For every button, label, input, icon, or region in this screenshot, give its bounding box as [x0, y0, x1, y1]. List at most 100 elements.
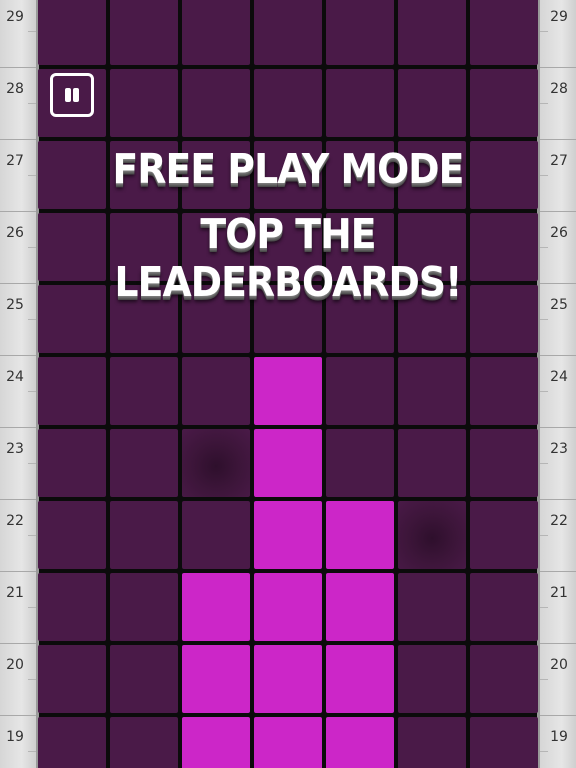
ruler-mark: 21: [540, 571, 576, 643]
ruler-tick: [0, 715, 36, 716]
empty-tile[interactable]: [110, 69, 178, 137]
ruler-minor-tick: [540, 31, 548, 32]
lit-tile[interactable]: [182, 645, 250, 713]
ruler-mark: 21: [0, 571, 36, 643]
empty-tile[interactable]: [326, 357, 394, 425]
empty-tile[interactable]: [470, 69, 538, 137]
pressed-tile[interactable]: [398, 501, 466, 569]
ruler-mark: 22: [0, 499, 36, 571]
empty-tile[interactable]: [38, 501, 106, 569]
ruler-row-number: 22: [6, 513, 24, 529]
empty-tile[interactable]: [182, 357, 250, 425]
lit-tile[interactable]: [254, 501, 322, 569]
empty-tile[interactable]: [326, 69, 394, 137]
empty-tile[interactable]: [110, 573, 178, 641]
empty-tile[interactable]: [470, 0, 538, 65]
empty-tile[interactable]: [110, 357, 178, 425]
empty-tile[interactable]: [38, 645, 106, 713]
ruler-row-number: 22: [550, 513, 568, 529]
ruler-row-number: 24: [6, 369, 24, 385]
pressed-tile[interactable]: [182, 429, 250, 497]
ruler-tick: [0, 427, 36, 428]
lit-tile[interactable]: [326, 573, 394, 641]
ruler-minor-tick: [540, 175, 548, 176]
lit-tile[interactable]: [182, 717, 250, 768]
empty-tile[interactable]: [110, 501, 178, 569]
empty-tile[interactable]: [110, 717, 178, 768]
empty-tile[interactable]: [38, 0, 106, 65]
ruler-tick: [0, 355, 36, 356]
lit-tile[interactable]: [326, 645, 394, 713]
empty-tile[interactable]: [470, 573, 538, 641]
lit-tile[interactable]: [326, 501, 394, 569]
ruler-minor-tick: [28, 535, 36, 536]
empty-tile[interactable]: [470, 717, 538, 768]
pause-icon: [65, 88, 71, 102]
empty-tile[interactable]: [398, 69, 466, 137]
empty-tile[interactable]: [38, 717, 106, 768]
empty-tile[interactable]: [398, 0, 466, 65]
ruler-minor-tick: [28, 391, 36, 392]
ruler-tick: [540, 571, 576, 572]
ruler-minor-tick: [540, 103, 548, 104]
empty-tile[interactable]: [470, 357, 538, 425]
ruler-minor-tick: [540, 463, 548, 464]
empty-tile[interactable]: [110, 429, 178, 497]
ruler-mark: 28: [540, 67, 576, 139]
ruler-mark: 23: [540, 427, 576, 499]
empty-tile[interactable]: [38, 573, 106, 641]
pause-button[interactable]: [50, 73, 94, 117]
empty-tile[interactable]: [254, 0, 322, 65]
ruler-mark: 24: [0, 355, 36, 427]
ruler-mark: 29: [540, 0, 576, 67]
lit-tile[interactable]: [254, 429, 322, 497]
ruler-mark: 22: [540, 499, 576, 571]
ruler-tick: [540, 427, 576, 428]
empty-tile[interactable]: [398, 357, 466, 425]
ruler-row-number: 26: [550, 225, 568, 241]
lit-tile[interactable]: [254, 717, 322, 768]
empty-tile[interactable]: [326, 429, 394, 497]
empty-tile[interactable]: [470, 645, 538, 713]
empty-tile[interactable]: [398, 429, 466, 497]
empty-tile[interactable]: [254, 69, 322, 137]
mode-banner-subtitle: TOP THE LEADERBOARDS!: [114, 210, 463, 306]
ruler-row-number: 19: [6, 729, 24, 745]
ruler-mark: 19: [540, 715, 576, 768]
lit-tile[interactable]: [326, 717, 394, 768]
empty-tile[interactable]: [182, 501, 250, 569]
ruler-tick: [0, 643, 36, 644]
empty-tile[interactable]: [182, 69, 250, 137]
ruler-row-number: 24: [550, 369, 568, 385]
lit-tile[interactable]: [254, 357, 322, 425]
ruler-minor-tick: [28, 463, 36, 464]
empty-tile[interactable]: [182, 0, 250, 65]
lit-tile[interactable]: [254, 645, 322, 713]
empty-tile[interactable]: [398, 645, 466, 713]
empty-tile[interactable]: [398, 573, 466, 641]
ruler-mark: 28: [0, 67, 36, 139]
ruler-row-number: 19: [550, 729, 568, 745]
empty-tile[interactable]: [110, 645, 178, 713]
lit-tile[interactable]: [254, 573, 322, 641]
ruler-minor-tick: [540, 751, 548, 752]
ruler-minor-tick: [28, 751, 36, 752]
lit-tile[interactable]: [182, 573, 250, 641]
empty-tile[interactable]: [398, 717, 466, 768]
ruler-minor-tick: [540, 679, 548, 680]
ruler-minor-tick: [28, 679, 36, 680]
empty-tile[interactable]: [470, 429, 538, 497]
empty-tile[interactable]: [110, 0, 178, 65]
empty-tile[interactable]: [470, 501, 538, 569]
ruler-row-number: 29: [550, 9, 568, 25]
ruler-tick: [540, 643, 576, 644]
ruler-minor-tick: [28, 31, 36, 32]
ruler-row-number: 29: [6, 9, 24, 25]
empty-tile[interactable]: [38, 429, 106, 497]
ruler-minor-tick: [28, 607, 36, 608]
ruler-row-number: 25: [6, 297, 24, 313]
ruler-mark: 20: [0, 643, 36, 715]
ruler-tick: [540, 139, 576, 140]
empty-tile[interactable]: [326, 0, 394, 65]
empty-tile[interactable]: [38, 357, 106, 425]
